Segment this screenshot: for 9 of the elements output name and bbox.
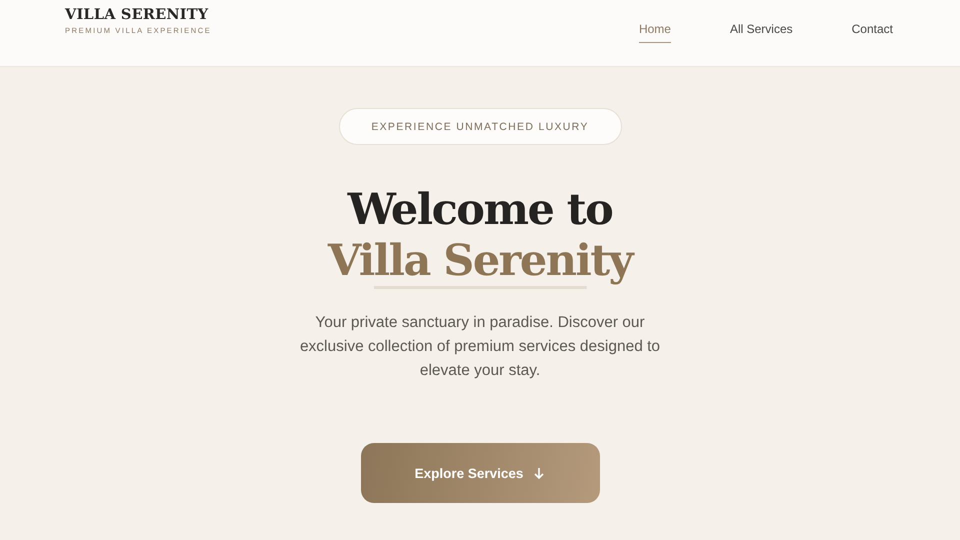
brand-name: VILLA SERENITY (65, 6, 210, 23)
hero-title: Welcome to (348, 185, 612, 236)
hero-description: Your private sanctuary in paradise. Discover our exclusive collection of premium services designed to elevate your stay. (298, 313, 662, 381)
nav-link[interactable]: Contact (852, 22, 893, 43)
nav-link[interactable]: Home (638, 22, 671, 43)
arrow-down-icon (533, 467, 546, 479)
explore-services-button[interactable]: Explore Services (360, 443, 600, 503)
nav-link[interactable]: All Services (730, 22, 793, 43)
hero-badge: EXPERIENCE UNMATCHED LUXURY (338, 108, 622, 145)
